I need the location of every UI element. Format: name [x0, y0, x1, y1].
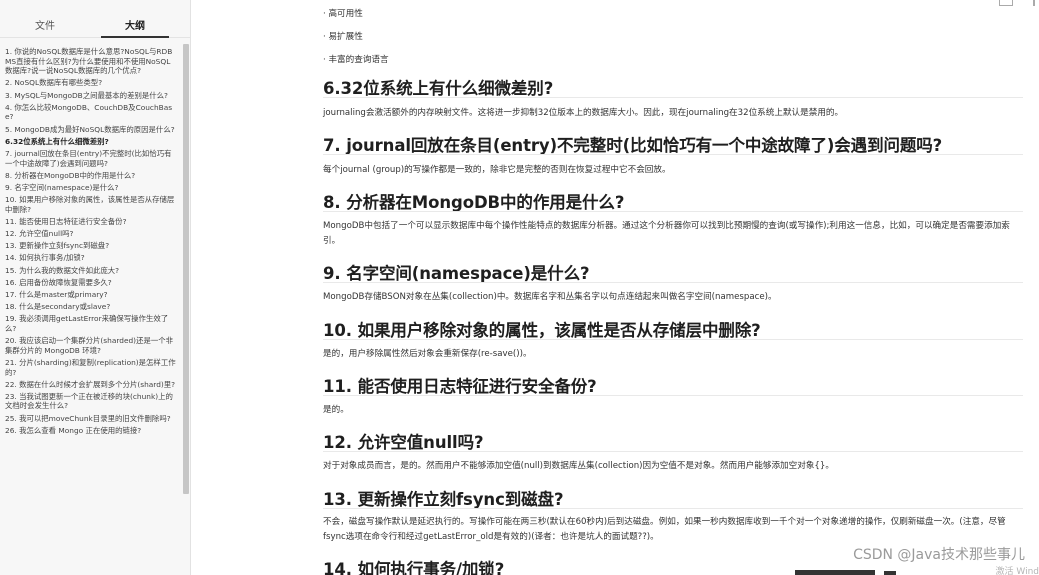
outline-item[interactable]: 12. 允许空值null吗? [0, 228, 183, 240]
section-body: 是的。 [323, 405, 349, 415]
outline-item[interactable]: 22. 数据在什么时候才会扩展到多个分片(shard)里? [0, 379, 183, 391]
outline-item[interactable]: 18. 什么是secondary或slave? [0, 301, 183, 313]
section-heading: 11. 能否使用日志特征进行安全备份? [323, 377, 597, 396]
tab-outline[interactable]: 大纲 [90, 0, 180, 38]
outline-item[interactable]: 25. 我可以把moveChunk目录里的旧文件删除吗? [0, 413, 183, 425]
document-content: · 高可用性 · 易扩展性 · 丰富的查询语言 6.32位系统上有什么细微差别?… [191, 0, 1039, 575]
section-heading: 13. 更新操作立刻fsync到磁盘? [323, 490, 564, 509]
outline-item[interactable]: 19. 我必须调用getLastError来确保写操作生效了么? [0, 313, 183, 335]
window-control-icon[interactable] [999, 0, 1013, 6]
section-heading: 14. 如何执行事务/加锁? [323, 560, 505, 575]
section-heading: 8. 分析器在MongoDB中的作用是什么? [323, 193, 625, 212]
outline-item[interactable]: 6.32位系统上有什么细微差别? [0, 136, 183, 148]
bullet-text: · 高可用性 [323, 9, 363, 19]
outline-item[interactable]: 9. 名字空间(namespace)是什么? [0, 182, 183, 194]
tab-files[interactable]: 文件 [0, 0, 90, 37]
outline-item[interactable]: 5. MongoDB成为最好NoSQL数据库的原因是什么? [0, 124, 183, 136]
outline-item[interactable]: 1. 你说的NoSQL数据库是什么意思?NoSQL与RDBMS直接有什么区别?为… [0, 46, 183, 77]
heading-divider [323, 211, 1023, 212]
bullet-text: · 易扩展性 [323, 32, 363, 42]
outline-item[interactable]: 3. MySQL与MongoDB之间最基本的差别是什么? [0, 90, 183, 102]
section-body: 不会，磁盘写操作默认是延迟执行的。写操作可能在两三秒(默认在60秒内)后到达磁盘… [323, 517, 1006, 542]
outline-item[interactable]: 26. 我怎么查看 Mongo 正在使用的链接? [0, 425, 183, 437]
outline-item[interactable]: 10. 如果用户移除对象的属性，该属性是否从存储层中删除? [0, 194, 183, 216]
outline-item[interactable]: 17. 什么是master或primary? [0, 289, 183, 301]
section-body: 对于对象成员而言，是的。然而用户不能够添加空值(null)到数据库丛集(coll… [323, 461, 834, 471]
heading-divider [323, 339, 1023, 340]
outline-item[interactable]: 15. 为什么我的数据文件如此庞大? [0, 265, 183, 277]
section-body: journaling会激活额外的内存映射文件。这将进一步抑制32位版本上的数据库… [323, 108, 844, 118]
outline-item[interactable]: 11. 能否使用日志特征进行安全备份? [0, 216, 183, 228]
bullet-text: · 丰富的查询语言 [323, 55, 389, 65]
section-body: MongoDB中包括了一个可以显示数据库中每个操作性能特点的数据库分析器。通过这… [323, 221, 1010, 246]
heading-divider [323, 508, 1023, 509]
outline-item[interactable]: 20. 我应该启动一个集群分片(sharded)还是一个非集群分片的 Mongo… [0, 335, 183, 357]
outline-item[interactable]: 13. 更新操作立刻fsync到磁盘? [0, 240, 183, 252]
activation-watermark: 激活 Wind [995, 567, 1039, 575]
section-body: 是的，用户移除属性然后对象会重新保存(re-save())。 [323, 349, 532, 359]
section-heading: 7. journal回放在条目(entry)不完整时(比如恰巧有一个中途故障了)… [323, 136, 943, 155]
taskbar-fragment [795, 570, 875, 575]
heading-divider [323, 451, 1023, 452]
outline-item[interactable]: 2. NoSQL数据库有哪些类型? [0, 77, 183, 89]
sidebar-tabs: 文件 大纲 [0, 0, 190, 38]
outline-item[interactable]: 7. journal回放在条目(entry)不完整时(比如恰巧有一个中途故障了)… [0, 148, 183, 170]
taskbar-fragment [884, 571, 896, 575]
outline-scrollbar[interactable] [183, 44, 189, 575]
sidebar: 文件 大纲 1. 你说的NoSQL数据库是什么意思?NoSQL与RDBMS直接有… [0, 0, 191, 575]
heading-divider [323, 154, 1023, 155]
csdn-watermark: CSDN @Java技术那些事儿 [853, 547, 1025, 563]
outline-item[interactable]: 4. 你怎么比较MongoDB、CouchDB及CouchBase? [0, 102, 183, 124]
outline-item[interactable]: 14. 如何执行事务/加锁? [0, 252, 183, 264]
section-heading: 12. 允许空值null吗? [323, 433, 484, 452]
section-body: MongoDB存储BSON对象在丛集(collection)中。数据库名字和丛集… [323, 292, 777, 302]
section-heading: 10. 如果用户移除对象的属性，该属性是否从存储层中删除? [323, 321, 761, 340]
outline-list: 1. 你说的NoSQL数据库是什么意思?NoSQL与RDBMS直接有什么区别?为… [0, 46, 183, 575]
heading-divider [323, 282, 1023, 283]
outline-item[interactable]: 21. 分片(sharding)和复制(replication)是怎样工作的? [0, 357, 183, 379]
outline-item[interactable]: 16. 启用备份故障恢复需要多久? [0, 277, 183, 289]
outline-item[interactable]: 8. 分析器在MongoDB中的作用是什么? [0, 170, 183, 182]
section-heading: 9. 名字空间(namespace)是什么? [323, 264, 590, 283]
heading-divider [323, 395, 1023, 396]
section-body: 每个journal (group)的写操作都是一致的，除非它是完整的否则在恢复过… [323, 165, 671, 175]
heading-divider [323, 97, 1023, 98]
outline-scrollbar-thumb[interactable] [183, 44, 189, 494]
outline-item[interactable]: 23. 当我试图更新一个正在被迁移的块(chunk)上的文档时会发生什么? [0, 391, 183, 413]
window-edge-icon [1033, 0, 1035, 6]
section-heading: 6.32位系统上有什么细微差别? [323, 79, 554, 98]
